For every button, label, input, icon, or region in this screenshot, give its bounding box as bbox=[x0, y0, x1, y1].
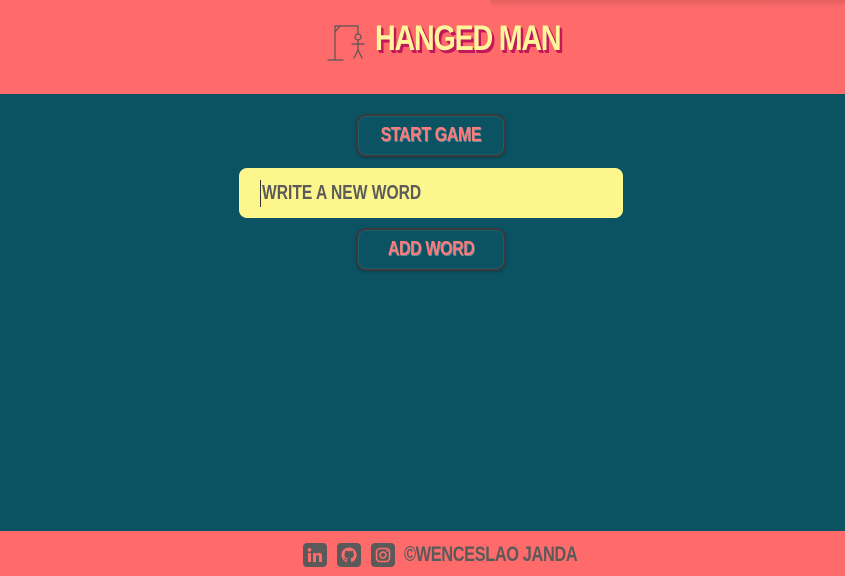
instagram-glyph bbox=[375, 547, 391, 563]
start-game-button[interactable]: Start Game bbox=[356, 114, 506, 157]
site-header: Hanged Man bbox=[0, 0, 845, 94]
gallows-stickman-icon bbox=[327, 25, 365, 61]
main-area bbox=[0, 94, 845, 531]
add-word-label: Add Word bbox=[387, 238, 475, 260]
instagram-icon[interactable] bbox=[371, 543, 395, 567]
github-icon[interactable] bbox=[337, 543, 361, 567]
linkedin-icon[interactable] bbox=[303, 543, 327, 567]
add-word-button[interactable]: Add Word bbox=[356, 228, 506, 271]
copyright-text: ©Wenceslao Janda bbox=[404, 543, 578, 566]
text-caret bbox=[260, 180, 261, 207]
start-game-label: Start Game bbox=[380, 124, 482, 146]
linkedin-glyph bbox=[307, 548, 322, 562]
new-word-input[interactable] bbox=[239, 168, 623, 218]
page-title: Hanged Man bbox=[375, 19, 562, 58]
github-glyph bbox=[341, 547, 357, 563]
header-shadow bbox=[490, 0, 845, 8]
